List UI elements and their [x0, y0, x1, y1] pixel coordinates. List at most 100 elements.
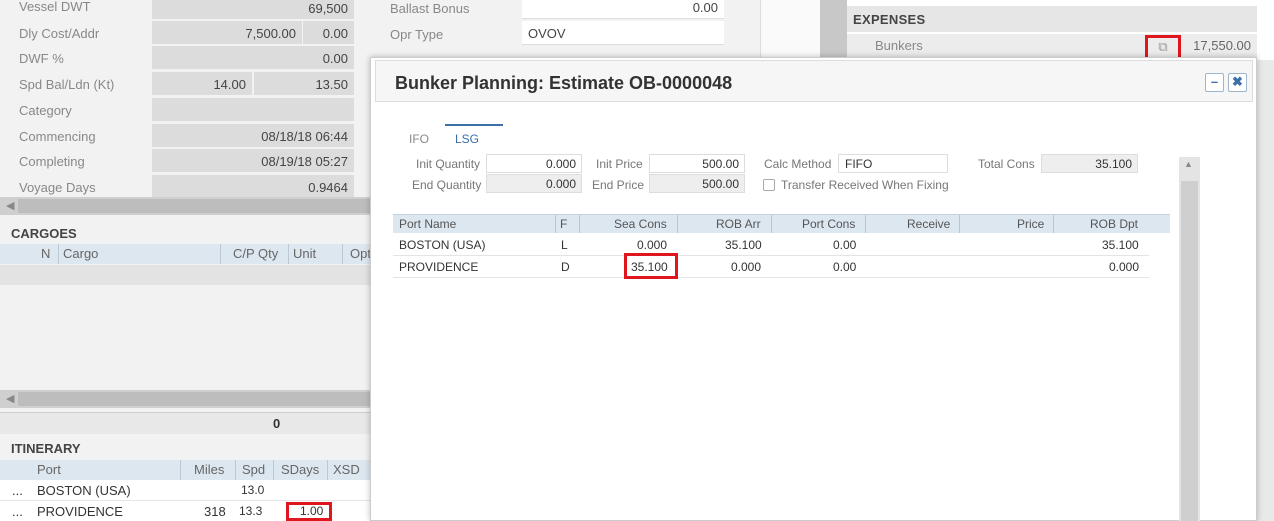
bunkers-value: 17,550.00 [1193, 38, 1251, 53]
col-cp-qty[interactable]: C/P Qty [233, 246, 278, 261]
dly-cost-row: Dly Cost/Addr 7,500.00 0.00 [0, 21, 370, 46]
spd-ballast-field[interactable]: 14.00 [152, 72, 252, 96]
addr-field[interactable]: 0.00 [303, 21, 354, 45]
itinerary-port: BOSTON (USA) [37, 483, 131, 498]
scroll-up-icon[interactable]: ▲ [1184, 159, 1193, 169]
cargoes-title: CARGOES [11, 226, 77, 241]
itinerary-spd: 13.0 [241, 483, 265, 497]
itinerary-row[interactable]: ... BOSTON (USA) 13.0 [0, 480, 370, 501]
col-sea-cons[interactable]: Sea Cons [614, 217, 667, 231]
dly-cost-field[interactable]: 7,500.00 [152, 21, 302, 45]
voyage-hscrollbar[interactable]: ◀ [0, 197, 370, 215]
itinerary-miles: 318 [204, 504, 226, 519]
cell-f: L [561, 238, 568, 252]
col-cargo[interactable]: Cargo [63, 246, 98, 261]
opr-type-label: Opr Type [390, 27, 444, 42]
ballast-bonus-field[interactable]: 0.00 [522, 0, 724, 19]
minimize-button[interactable]: – [1205, 73, 1224, 92]
highlight-box-sdays [286, 502, 332, 521]
init-quantity-label: Init Quantity [416, 157, 481, 171]
col-rob-dpt[interactable]: ROB Dpt [1090, 217, 1138, 231]
col-xsd[interactable]: XSD [333, 462, 360, 477]
cell-rob-dpt: 35.100 [1102, 238, 1139, 252]
completing-label: Completing [19, 154, 85, 169]
init-quantity-input[interactable]: 0.000 [486, 154, 582, 173]
col-sdays[interactable]: SDays [281, 462, 319, 477]
tab-lsg[interactable]: LSG [445, 124, 503, 148]
cell-port-cons[interactable]: 0.00 [833, 238, 856, 252]
commencing-label: Commencing [19, 129, 96, 144]
col-opt[interactable]: Opt [350, 246, 371, 261]
col-port-cons[interactable]: Port Cons [802, 217, 855, 231]
highlight-box-sea-cons [624, 253, 678, 279]
voyage-panel: Vessel DWT 69,500 Dly Cost/Addr 7,500.00… [0, 0, 371, 521]
commencing-row: Commencing 08/18/18 06:44 [0, 124, 370, 149]
cell-port: PROVIDENCE [399, 260, 479, 274]
category-field[interactable] [152, 98, 354, 122]
scroll-left-icon[interactable]: ◀ [6, 199, 14, 212]
col-receive[interactable]: Receive [907, 217, 950, 231]
opr-type-field[interactable]: OVOV [522, 21, 724, 45]
init-price-input[interactable]: 500.00 [649, 154, 745, 173]
col-spd[interactable]: Spd [242, 462, 265, 477]
vessel-dwt-field[interactable]: 69,500 [152, 0, 354, 20]
voyage-days-field[interactable]: 0.9464 [152, 175, 354, 199]
ballast-bonus-row: Ballast Bonus 0.00 [370, 0, 760, 21]
close-button[interactable]: ✖ [1228, 73, 1247, 92]
itinerary-grid-header: Port Miles Spd SDays XSD [0, 460, 370, 480]
opr-type-row: Opr Type OVOV [370, 21, 760, 47]
scroll-left-icon[interactable]: ◀ [6, 392, 14, 405]
cargoes-total: 0 [273, 416, 281, 431]
expenses-panel: EXPENSES Bunkers 17,550.00 ⧉ [847, 0, 1274, 61]
cargoes-empty-row [0, 265, 370, 285]
commencing-field[interactable]: 08/18/18 06:44 [152, 124, 354, 148]
dwf-label: DWF % [19, 51, 64, 66]
scroll-thumb[interactable] [18, 392, 370, 406]
table-vscrollbar[interactable]: ▲ [1179, 157, 1200, 521]
col-price[interactable]: Price [1017, 217, 1044, 231]
dialog-header: Bunker Planning: Estimate OB-0000048 – ✖ [375, 60, 1253, 102]
row-menu-icon[interactable]: ... [12, 504, 23, 519]
transfer-received-label: Transfer Received When Fixing [781, 178, 949, 192]
dialog-title: Bunker Planning: Estimate OB-0000048 [395, 73, 733, 93]
cell-port-cons[interactable]: 0.00 [833, 260, 856, 274]
external-link-icon[interactable]: ⧉ [1148, 39, 1178, 55]
itinerary-title: ITINERARY [11, 441, 81, 456]
spd-laden-field[interactable]: 13.50 [254, 72, 354, 96]
expenses-title: EXPENSES [847, 6, 1257, 32]
dwf-field[interactable]: 0.00 [152, 46, 354, 70]
end-quantity-field: 0.000 [486, 174, 582, 193]
col-unit[interactable]: Unit [293, 246, 316, 261]
end-price-label: End Price [592, 178, 645, 192]
transfer-received-checkbox[interactable] [763, 179, 775, 191]
col-n[interactable]: N [41, 246, 50, 261]
spd-label: Spd Bal/Ldn (Kt) [19, 77, 115, 92]
cell-sea-cons[interactable]: 0.000 [637, 238, 667, 252]
cargoes-hscrollbar[interactable]: ◀ [0, 390, 370, 408]
col-port-name[interactable]: Port Name [399, 217, 456, 231]
scroll-thumb[interactable] [18, 199, 370, 213]
row-menu-icon[interactable]: ... [12, 483, 23, 498]
cell-port: BOSTON (USA) [399, 238, 486, 252]
table-row[interactable]: PROVIDENCE D 35.100 0.000 0.00 0.000 [393, 256, 1149, 278]
itinerary-port: PROVIDENCE [37, 504, 123, 519]
scroll-thumb[interactable] [1181, 181, 1198, 521]
table-row[interactable]: BOSTON (USA) L 0.000 35.100 0.00 35.100 [393, 234, 1149, 256]
cell-rob-arr: 0.000 [731, 260, 762, 274]
total-cons-field: 35.100 [1041, 154, 1138, 173]
itinerary-spd: 13.3 [239, 504, 263, 518]
voyage-days-label: Voyage Days [19, 180, 96, 195]
col-rob-arr[interactable]: ROB Arr [716, 217, 761, 231]
tab-ifo[interactable]: IFO [399, 124, 439, 148]
column-gap [760, 0, 820, 60]
end-price-field: 500.00 [649, 174, 745, 193]
col-miles[interactable]: Miles [194, 462, 224, 477]
vessel-dwt-label: Vessel DWT [19, 0, 91, 14]
col-port[interactable]: Port [37, 462, 61, 477]
col-f[interactable]: F [560, 217, 567, 231]
bunkers-label: Bunkers [875, 38, 923, 53]
completing-row: Completing 08/19/18 05:27 [0, 149, 370, 174]
category-row: Category [0, 98, 370, 123]
calc-method-select[interactable]: FIFO [838, 154, 948, 173]
completing-field[interactable]: 08/19/18 05:27 [152, 149, 354, 173]
